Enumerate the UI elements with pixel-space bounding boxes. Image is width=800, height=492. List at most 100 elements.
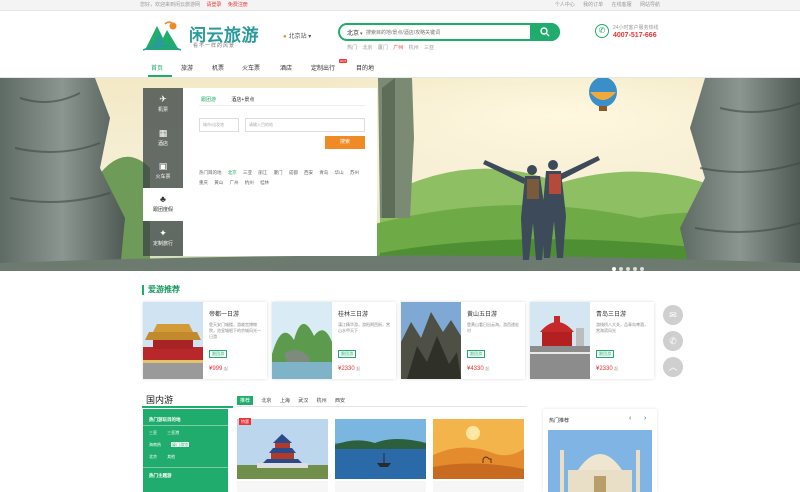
tab-group-tour[interactable]: 跟团游	[201, 97, 216, 103]
destination-link[interactable]: 丽江	[258, 170, 267, 175]
guide-link[interactable]: 三亚港	[167, 430, 179, 435]
tour-card[interactable]: 黄山五日游 登黄山看日出云海，游西递宏村 跟团游 ¥4330 起	[401, 302, 525, 379]
palace-image	[548, 430, 652, 492]
tour-card[interactable]: 桂林三日游 漓江精华游，游阳朔西街，赏山水甲天下 跟团游 ¥2330 起	[272, 302, 396, 379]
tab-recommend[interactable]: 推荐	[237, 396, 254, 405]
tab-hotel-attraction[interactable]: 酒店+景点	[231, 97, 254, 103]
desert-image	[433, 419, 524, 479]
nav-item-flights[interactable]: 机票	[212, 63, 224, 72]
banner-dot[interactable]	[633, 267, 637, 271]
price-value: ¥4330	[467, 366, 484, 372]
tab-wuhan[interactable]: 武汉	[298, 397, 308, 404]
destination-link[interactable]: 青岛	[319, 170, 328, 175]
hot-link[interactable]: 三亚	[424, 45, 434, 51]
tab-xian[interactable]: 西安	[335, 397, 345, 404]
nav-item-destinations[interactable]: 目的地	[356, 63, 374, 72]
nav-item-tours[interactable]: 旅游	[181, 63, 193, 72]
tour-card[interactable]: 青岛三日游 游栈桥八大关，品青岛啤酒，赏海滨风光 跟团游 ¥2330 起	[530, 302, 654, 379]
side-item-custom-travel[interactable]: ✦ 定制旅行	[143, 222, 183, 255]
hero-banner[interactable]	[0, 78, 800, 271]
nav-item-home[interactable]: 首页	[151, 63, 163, 72]
side-item-flights[interactable]: ✈ 机票	[143, 88, 183, 121]
site-nav-link[interactable]: 网站导航	[640, 2, 660, 8]
hot-link[interactable]: 杭州	[409, 45, 419, 51]
search-button[interactable]	[530, 23, 560, 41]
side-item-label: 火车票	[155, 174, 171, 180]
destination-link[interactable]: 杭州	[245, 180, 254, 185]
side-item-label: 酒店	[157, 141, 168, 147]
phone-icon[interactable]: ✆	[663, 331, 683, 351]
side-item-group-tours[interactable]: ♣ 跟团度假	[143, 188, 183, 221]
search-input[interactable]	[366, 27, 516, 38]
banner-pagination	[612, 258, 647, 276]
my-orders-link[interactable]: 我的订单	[583, 2, 603, 8]
nav-item-hotels[interactable]: 酒店	[280, 63, 292, 72]
domestic-tour-image[interactable]	[433, 419, 524, 479]
destination-link[interactable]: 苏州	[350, 170, 359, 175]
hot-link[interactable]: 广州	[393, 45, 403, 51]
domestic-tour-caption	[433, 481, 524, 492]
logo[interactable]: 闲云旅游 看不一样的风景	[141, 18, 266, 54]
side-item-hotels[interactable]: ▦ 酒店	[143, 122, 183, 155]
deal-badge: 特惠	[239, 418, 251, 425]
destination-guide-box: 热门游玩目的地 三亚 三亚港 海南热 厦门游览 北京 其他 热门主题游	[143, 409, 228, 492]
domestic-tour-image[interactable]	[335, 419, 426, 479]
guide-row: 北京 其他	[149, 454, 184, 460]
customer-service-link[interactable]: 在线客服	[612, 2, 632, 8]
guide-link[interactable]: 海南热	[149, 442, 161, 447]
destination-link[interactable]: 华山	[335, 170, 344, 175]
hot-label: 热门	[347, 45, 358, 51]
register-link[interactable]: 免费注册	[228, 2, 248, 8]
hot-link[interactable]: 厦门	[378, 45, 388, 51]
banner-dot[interactable]	[619, 267, 623, 271]
domestic-tabs: 推荐 北京 上海 武汉 杭州 西安	[237, 396, 352, 405]
tour-card[interactable]: 帝都一日游 登天安门城楼，游故宫博物院，览皇城根下的京城风光一日游 跟团游 ¥9…	[143, 302, 267, 379]
city-selector[interactable]: ● 北京站 ▾	[283, 31, 311, 40]
guide-heading: 热门游玩目的地	[149, 417, 181, 422]
nav-item-custom[interactable]: 定制出行	[311, 63, 335, 72]
banner-dot[interactable]	[612, 267, 616, 271]
guide-link[interactable]: 三亚	[149, 430, 157, 435]
tour-title: 青岛三日游	[596, 312, 627, 318]
destination-link[interactable]: 成都	[289, 170, 298, 175]
banner-dot[interactable]	[626, 267, 630, 271]
destination-link[interactable]: 西安	[304, 170, 313, 175]
tab-shanghai[interactable]: 上海	[280, 397, 290, 404]
destination-field[interactable]: 请输入目的地	[245, 118, 365, 132]
domestic-tab-divider	[237, 406, 527, 407]
hot-link[interactable]: 北京	[362, 45, 372, 51]
tab-beijing[interactable]: 北京	[261, 397, 271, 404]
destination-link[interactable]: 北京	[228, 170, 237, 175]
tour-card-image	[530, 302, 590, 379]
side-item-trains[interactable]: ▣ 火车票	[143, 155, 183, 188]
destination-link[interactable]: 黄山	[214, 180, 223, 185]
tour-price: ¥999 起	[209, 366, 228, 372]
destination-link[interactable]: 广州	[230, 180, 239, 185]
guide-row: 海南热 厦门游览	[149, 442, 198, 448]
chat-icon[interactable]: ✉	[663, 305, 683, 325]
chevron-left-icon[interactable]: ‹	[629, 415, 631, 422]
origin-field[interactable]: 城市/出发地	[199, 118, 239, 132]
search-destination-select[interactable]: 北京	[347, 28, 363, 37]
chevron-right-icon[interactable]: ›	[644, 415, 646, 422]
guide-link[interactable]: 厦门游览	[171, 442, 190, 447]
compass-icon: ✦	[159, 228, 167, 238]
related-title: 热门推荐	[549, 418, 570, 424]
tab-hangzhou[interactable]: 杭州	[317, 397, 327, 404]
login-link[interactable]: 请登录	[206, 2, 221, 8]
guide-link[interactable]: 其他	[167, 454, 175, 459]
booking-search-button[interactable]: 搜索	[325, 136, 365, 149]
destination-link[interactable]: 重庆	[199, 180, 208, 185]
guide-heading: 热门主题游	[149, 473, 172, 478]
guide-link[interactable]: 北京	[149, 454, 157, 459]
user-center-link[interactable]: 个人中心	[555, 2, 575, 8]
destination-link[interactable]: 厦门	[274, 170, 283, 175]
location-pin-icon: ●	[283, 34, 287, 40]
domestic-tour-image[interactable]	[237, 419, 328, 479]
nav-item-trains[interactable]: 火车票	[242, 63, 260, 72]
banner-dot[interactable]	[640, 267, 644, 271]
top-icon[interactable]: ︿	[663, 357, 683, 377]
hotline: ✆ 24小时客户服务热线 4007-517-666	[595, 23, 665, 43]
destination-link[interactable]: 三亚	[243, 170, 252, 175]
destination-link[interactable]: 桂林	[260, 180, 269, 185]
